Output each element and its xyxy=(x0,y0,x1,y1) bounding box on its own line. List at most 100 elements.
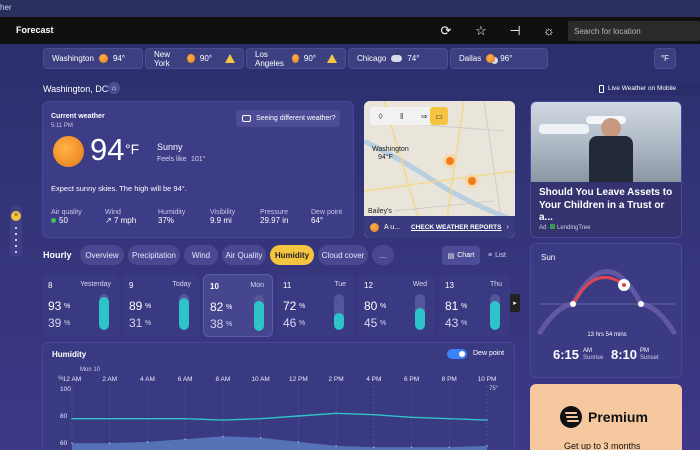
live-mobile-button[interactable]: Live Weather on Mobile xyxy=(594,82,700,95)
daylight-duration: 13 hrs 54 mins xyxy=(587,332,627,338)
check-weather-reports-link[interactable]: CHECK WEATHER REPORTS xyxy=(411,224,502,231)
humidity-area-series xyxy=(72,436,487,450)
map-footer-text: A u... xyxy=(384,223,400,231)
stat-air-quality[interactable]: Air quality 50 xyxy=(51,209,111,225)
stat-humidity[interactable]: Humidity 37% xyxy=(158,209,208,225)
humidity-high: 82 xyxy=(210,300,224,314)
wind-icon[interactable]: ⇒ xyxy=(421,112,428,121)
chart-view-button[interactable]: ▤ Chart xyxy=(442,246,480,265)
percent-sign: % xyxy=(64,320,71,327)
stat-pressure[interactable]: Pressure 29.97 in xyxy=(260,209,310,225)
search-input[interactable]: Search for location xyxy=(568,21,700,41)
chart-view-label: Chart xyxy=(457,252,475,259)
pin-icon[interactable]: ⊣ xyxy=(507,22,523,38)
stat-visibility[interactable]: Visibility 9.9 mi xyxy=(210,209,260,225)
humidity-point xyxy=(373,446,375,449)
stat-wind[interactable]: Wind ↗ 7 mph xyxy=(105,209,155,225)
app-name: Forecast xyxy=(16,25,54,35)
stat-label: Air quality xyxy=(51,209,82,216)
sun-icon xyxy=(187,54,195,63)
x-tick-label: 8 PM xyxy=(442,376,457,383)
sun-icon xyxy=(370,222,379,232)
next-arrow-icon[interactable]: ▸ xyxy=(510,294,520,312)
dew-point-point xyxy=(259,417,262,420)
tab-more[interactable]: ... xyxy=(372,245,394,265)
sunset-time: 8:10 xyxy=(611,347,638,362)
tab-precipitation[interactable]: Precipitation xyxy=(128,245,180,265)
hourly-card[interactable]: 12 Wed 80% 45% xyxy=(358,274,435,337)
home-icon[interactable]: ⌂ xyxy=(108,82,120,94)
hourly-card[interactable]: 11 Tue 72% 46% xyxy=(277,274,354,337)
weather-summary: Expect sunny skies. The high will be 94°… xyxy=(51,184,187,193)
sunrise-time: 6:15 xyxy=(553,347,580,362)
hourly-card[interactable]: 10 Mon 82% 38% xyxy=(203,274,273,337)
chip-temp: 96° xyxy=(500,54,513,63)
humidity-high: 93 xyxy=(48,299,62,313)
different-weather-button[interactable]: Seeing different weather? xyxy=(236,110,340,127)
hourly-card[interactable]: 13 Thu 81% 43% xyxy=(439,274,510,337)
brightness-icon[interactable]: ☼ xyxy=(541,22,557,38)
stat-label: Pressure xyxy=(260,209,289,216)
percent-sign: % xyxy=(299,320,306,327)
humidity-point xyxy=(146,441,149,443)
stat-value: 50 xyxy=(59,216,68,225)
y2-axis-label: 75° xyxy=(489,386,499,392)
dew-point-point xyxy=(297,415,300,417)
unit-toggle-button[interactable]: °F xyxy=(654,48,676,69)
live-mobile-label: Live Weather on Mobile xyxy=(608,85,677,92)
rain-drop-icon[interactable]: ◊ xyxy=(379,112,383,121)
favorite-dallas[interactable]: Dallas 96° xyxy=(450,48,548,69)
air-quality-dot xyxy=(51,218,56,223)
thermometer-icon[interactable]: ‖ xyxy=(400,112,403,121)
hourly-card[interactable]: 8 Yesterday 93% 39% xyxy=(42,274,119,337)
favorite-chicago[interactable]: Chicago 74° xyxy=(348,48,448,69)
tab-air-quality[interactable]: Air Quality xyxy=(222,245,266,265)
weather-map-card[interactable]: ◊ ‖ ⇒ ▭ Washington 94°F Bailey's A u... CH… xyxy=(364,101,515,238)
stat-dew-point[interactable]: Dew point 64° xyxy=(311,209,355,225)
tab-cloud-cover[interactable]: Cloud cover xyxy=(318,245,368,265)
dew-point-toggle[interactable] xyxy=(447,349,467,359)
sun-icon xyxy=(98,54,108,63)
dew-point-point xyxy=(222,419,224,421)
tab-overview[interactable]: Overview xyxy=(80,245,124,265)
alert-icon xyxy=(225,54,235,63)
list-view-button[interactable]: ≡ List xyxy=(482,246,512,265)
favorite-los-angeles[interactable]: Los Angeles 90° xyxy=(246,48,346,69)
dew-point-line-series xyxy=(72,412,488,421)
sunrise-ampm: AM xyxy=(583,348,592,354)
sun-card[interactable]: Sun 13 hrs 54 mins 6:15 AM Sunrise 8:10 … xyxy=(530,243,682,378)
tab-wind[interactable]: Wind xyxy=(184,245,218,265)
x-tick-label: 12 AM xyxy=(63,376,81,383)
x-tick-label: 2 AM xyxy=(102,376,117,383)
premium-ad-card[interactable]: Premium Get up to 3 months xyxy=(530,384,682,450)
sun-icon xyxy=(292,54,299,63)
humidity-point xyxy=(259,436,262,439)
humidity-point xyxy=(108,442,111,444)
humidity-high: 89 xyxy=(129,299,143,313)
close-icon[interactable]: × xyxy=(11,211,21,221)
humidity-point xyxy=(297,441,300,443)
stat-value: 37% xyxy=(158,216,175,225)
day-label: Thu xyxy=(489,281,502,288)
favorite-washington[interactable]: Washington 94° xyxy=(43,48,143,69)
stat-label: Wind xyxy=(105,209,121,216)
hourly-card[interactable]: 9 Today 89% 31% xyxy=(123,274,199,337)
premium-title: Premium xyxy=(588,409,648,425)
humidity-high: 72 xyxy=(283,299,297,313)
favorite-new-york[interactable]: New York 90° xyxy=(145,48,244,69)
day-label: Wed xyxy=(412,281,427,288)
humidity-point xyxy=(71,442,73,444)
map-chat-icon[interactable]: ▭ xyxy=(430,107,448,125)
refresh-icon[interactable]: ⟳ xyxy=(438,22,454,38)
stat-label: Visibility xyxy=(210,209,236,216)
side-panel-handle[interactable]: × xyxy=(10,205,22,257)
star-icon[interactable]: ☆ xyxy=(473,22,489,38)
tab-humidity[interactable]: Humidity xyxy=(270,245,314,265)
humidity-low: 38 xyxy=(210,317,224,331)
list-icon: ≡ xyxy=(488,252,493,259)
news-card[interactable]: Should You Leave Assets to Your Children… xyxy=(530,101,682,238)
different-weather-label: Seeing different weather? xyxy=(256,115,336,122)
temp-unit: °F xyxy=(125,141,140,157)
day-label: Today xyxy=(172,281,191,288)
humidity-point xyxy=(448,446,451,449)
